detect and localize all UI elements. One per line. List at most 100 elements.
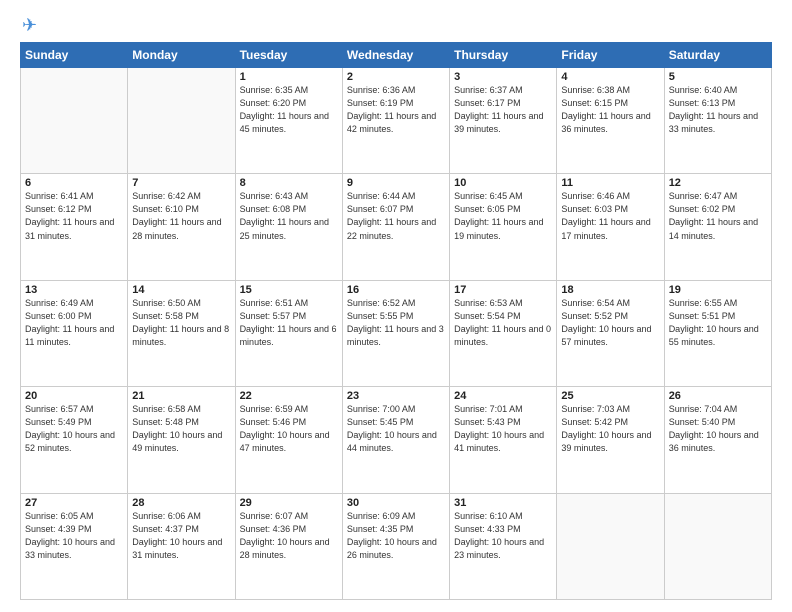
day-info: Sunrise: 6:07 AMSunset: 4:36 PMDaylight:… bbox=[240, 510, 338, 562]
day-cell: 8Sunrise: 6:43 AMSunset: 6:08 PMDaylight… bbox=[235, 174, 342, 280]
day-number: 25 bbox=[561, 390, 659, 402]
day-cell: 4Sunrise: 6:38 AMSunset: 6:15 PMDaylight… bbox=[557, 68, 664, 174]
day-number: 5 bbox=[669, 71, 767, 83]
day-info: Sunrise: 6:45 AMSunset: 6:05 PMDaylight:… bbox=[454, 190, 552, 242]
day-number: 19 bbox=[669, 284, 767, 296]
day-number: 31 bbox=[454, 497, 552, 509]
day-cell: 27Sunrise: 6:05 AMSunset: 4:39 PMDayligh… bbox=[21, 493, 128, 599]
day-cell: 2Sunrise: 6:36 AMSunset: 6:19 PMDaylight… bbox=[342, 68, 449, 174]
day-info: Sunrise: 6:43 AMSunset: 6:08 PMDaylight:… bbox=[240, 190, 338, 242]
weekday-saturday: Saturday bbox=[664, 43, 771, 68]
day-number: 8 bbox=[240, 177, 338, 189]
day-cell: 31Sunrise: 6:10 AMSunset: 4:33 PMDayligh… bbox=[450, 493, 557, 599]
day-cell: 10Sunrise: 6:45 AMSunset: 6:05 PMDayligh… bbox=[450, 174, 557, 280]
day-number: 30 bbox=[347, 497, 445, 509]
day-number: 17 bbox=[454, 284, 552, 296]
day-info: Sunrise: 6:36 AMSunset: 6:19 PMDaylight:… bbox=[347, 84, 445, 136]
day-info: Sunrise: 6:55 AMSunset: 5:51 PMDaylight:… bbox=[669, 297, 767, 349]
day-cell: 20Sunrise: 6:57 AMSunset: 5:49 PMDayligh… bbox=[21, 387, 128, 493]
day-cell: 13Sunrise: 6:49 AMSunset: 6:00 PMDayligh… bbox=[21, 280, 128, 386]
day-cell: 5Sunrise: 6:40 AMSunset: 6:13 PMDaylight… bbox=[664, 68, 771, 174]
day-info: Sunrise: 6:47 AMSunset: 6:02 PMDaylight:… bbox=[669, 190, 767, 242]
day-number: 21 bbox=[132, 390, 230, 402]
day-cell: 7Sunrise: 6:42 AMSunset: 6:10 PMDaylight… bbox=[128, 174, 235, 280]
day-cell: 9Sunrise: 6:44 AMSunset: 6:07 PMDaylight… bbox=[342, 174, 449, 280]
day-cell: 15Sunrise: 6:51 AMSunset: 5:57 PMDayligh… bbox=[235, 280, 342, 386]
day-cell bbox=[557, 493, 664, 599]
day-number: 4 bbox=[561, 71, 659, 83]
day-info: Sunrise: 6:41 AMSunset: 6:12 PMDaylight:… bbox=[25, 190, 123, 242]
day-number: 16 bbox=[347, 284, 445, 296]
day-number: 22 bbox=[240, 390, 338, 402]
day-number: 18 bbox=[561, 284, 659, 296]
day-info: Sunrise: 6:09 AMSunset: 4:35 PMDaylight:… bbox=[347, 510, 445, 562]
weekday-tuesday: Tuesday bbox=[235, 43, 342, 68]
day-number: 7 bbox=[132, 177, 230, 189]
day-info: Sunrise: 6:10 AMSunset: 4:33 PMDaylight:… bbox=[454, 510, 552, 562]
day-number: 14 bbox=[132, 284, 230, 296]
day-info: Sunrise: 7:04 AMSunset: 5:40 PMDaylight:… bbox=[669, 403, 767, 455]
day-cell: 29Sunrise: 6:07 AMSunset: 4:36 PMDayligh… bbox=[235, 493, 342, 599]
week-row-1: 1Sunrise: 6:35 AMSunset: 6:20 PMDaylight… bbox=[21, 68, 772, 174]
day-number: 27 bbox=[25, 497, 123, 509]
weekday-header-row: SundayMondayTuesdayWednesdayThursdayFrid… bbox=[21, 43, 772, 68]
day-number: 11 bbox=[561, 177, 659, 189]
day-number: 24 bbox=[454, 390, 552, 402]
weekday-friday: Friday bbox=[557, 43, 664, 68]
day-cell: 14Sunrise: 6:50 AMSunset: 5:58 PMDayligh… bbox=[128, 280, 235, 386]
calendar-table: SundayMondayTuesdayWednesdayThursdayFrid… bbox=[20, 42, 772, 600]
day-info: Sunrise: 6:58 AMSunset: 5:48 PMDaylight:… bbox=[132, 403, 230, 455]
weekday-thursday: Thursday bbox=[450, 43, 557, 68]
day-cell: 12Sunrise: 6:47 AMSunset: 6:02 PMDayligh… bbox=[664, 174, 771, 280]
day-cell: 25Sunrise: 7:03 AMSunset: 5:42 PMDayligh… bbox=[557, 387, 664, 493]
day-info: Sunrise: 6:44 AMSunset: 6:07 PMDaylight:… bbox=[347, 190, 445, 242]
header: ✈ bbox=[20, 16, 772, 34]
logo-bird-icon: ✈ bbox=[22, 16, 37, 34]
day-cell: 28Sunrise: 6:06 AMSunset: 4:37 PMDayligh… bbox=[128, 493, 235, 599]
day-info: Sunrise: 6:53 AMSunset: 5:54 PMDaylight:… bbox=[454, 297, 552, 349]
day-number: 12 bbox=[669, 177, 767, 189]
day-cell: 23Sunrise: 7:00 AMSunset: 5:45 PMDayligh… bbox=[342, 387, 449, 493]
week-row-5: 27Sunrise: 6:05 AMSunset: 4:39 PMDayligh… bbox=[21, 493, 772, 599]
day-number: 2 bbox=[347, 71, 445, 83]
week-row-2: 6Sunrise: 6:41 AMSunset: 6:12 PMDaylight… bbox=[21, 174, 772, 280]
day-cell: 24Sunrise: 7:01 AMSunset: 5:43 PMDayligh… bbox=[450, 387, 557, 493]
day-cell: 3Sunrise: 6:37 AMSunset: 6:17 PMDaylight… bbox=[450, 68, 557, 174]
day-cell: 22Sunrise: 6:59 AMSunset: 5:46 PMDayligh… bbox=[235, 387, 342, 493]
week-row-4: 20Sunrise: 6:57 AMSunset: 5:49 PMDayligh… bbox=[21, 387, 772, 493]
day-cell bbox=[664, 493, 771, 599]
day-number: 28 bbox=[132, 497, 230, 509]
weekday-wednesday: Wednesday bbox=[342, 43, 449, 68]
day-cell: 26Sunrise: 7:04 AMSunset: 5:40 PMDayligh… bbox=[664, 387, 771, 493]
day-cell bbox=[21, 68, 128, 174]
day-info: Sunrise: 6:06 AMSunset: 4:37 PMDaylight:… bbox=[132, 510, 230, 562]
day-number: 29 bbox=[240, 497, 338, 509]
day-cell: 30Sunrise: 6:09 AMSunset: 4:35 PMDayligh… bbox=[342, 493, 449, 599]
day-info: Sunrise: 6:35 AMSunset: 6:20 PMDaylight:… bbox=[240, 84, 338, 136]
day-cell: 6Sunrise: 6:41 AMSunset: 6:12 PMDaylight… bbox=[21, 174, 128, 280]
day-cell: 19Sunrise: 6:55 AMSunset: 5:51 PMDayligh… bbox=[664, 280, 771, 386]
day-cell: 16Sunrise: 6:52 AMSunset: 5:55 PMDayligh… bbox=[342, 280, 449, 386]
day-number: 13 bbox=[25, 284, 123, 296]
day-cell: 21Sunrise: 6:58 AMSunset: 5:48 PMDayligh… bbox=[128, 387, 235, 493]
weekday-monday: Monday bbox=[128, 43, 235, 68]
day-info: Sunrise: 6:49 AMSunset: 6:00 PMDaylight:… bbox=[25, 297, 123, 349]
day-info: Sunrise: 6:50 AMSunset: 5:58 PMDaylight:… bbox=[132, 297, 230, 349]
day-info: Sunrise: 6:52 AMSunset: 5:55 PMDaylight:… bbox=[347, 297, 445, 349]
day-info: Sunrise: 7:00 AMSunset: 5:45 PMDaylight:… bbox=[347, 403, 445, 455]
day-info: Sunrise: 6:59 AMSunset: 5:46 PMDaylight:… bbox=[240, 403, 338, 455]
day-number: 23 bbox=[347, 390, 445, 402]
day-info: Sunrise: 6:51 AMSunset: 5:57 PMDaylight:… bbox=[240, 297, 338, 349]
logo: ✈ bbox=[20, 16, 37, 34]
day-cell: 11Sunrise: 6:46 AMSunset: 6:03 PMDayligh… bbox=[557, 174, 664, 280]
day-cell: 17Sunrise: 6:53 AMSunset: 5:54 PMDayligh… bbox=[450, 280, 557, 386]
day-info: Sunrise: 6:54 AMSunset: 5:52 PMDaylight:… bbox=[561, 297, 659, 349]
day-info: Sunrise: 6:40 AMSunset: 6:13 PMDaylight:… bbox=[669, 84, 767, 136]
day-number: 15 bbox=[240, 284, 338, 296]
day-number: 3 bbox=[454, 71, 552, 83]
day-info: Sunrise: 6:46 AMSunset: 6:03 PMDaylight:… bbox=[561, 190, 659, 242]
day-info: Sunrise: 7:01 AMSunset: 5:43 PMDaylight:… bbox=[454, 403, 552, 455]
day-cell: 1Sunrise: 6:35 AMSunset: 6:20 PMDaylight… bbox=[235, 68, 342, 174]
day-number: 9 bbox=[347, 177, 445, 189]
day-number: 10 bbox=[454, 177, 552, 189]
